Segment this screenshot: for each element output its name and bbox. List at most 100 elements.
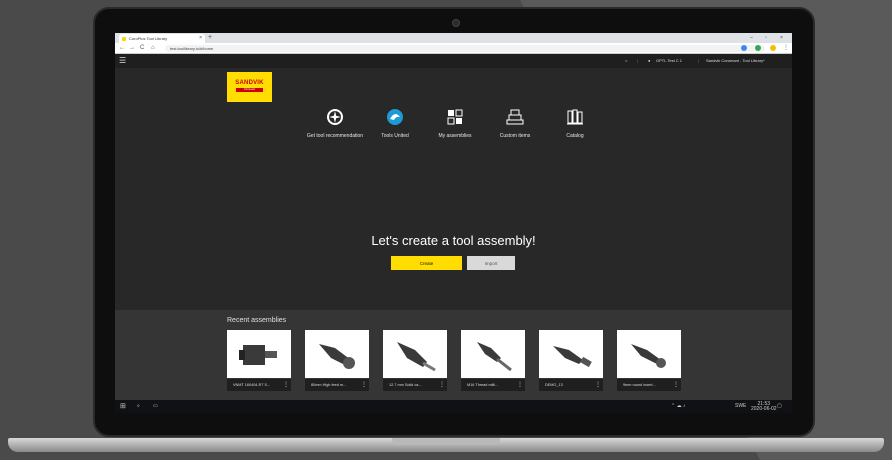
assemblies-icon [447, 109, 463, 125]
search-icon[interactable]: ⌕ [137, 400, 140, 413]
favicon-icon [122, 36, 126, 41]
assembly-name: DEMO_13 [545, 383, 563, 387]
assembly-card[interactable]: 9mm round insert... ⋮ [617, 330, 681, 392]
notifications-icon[interactable]: ▢ [777, 400, 782, 413]
nav-custom-items[interactable]: Custom items [485, 96, 545, 156]
nav-tools-united[interactable]: Tools United [365, 96, 425, 156]
assembly-thumbnail [227, 330, 291, 378]
sandvik-logo[interactable]: SANDVIK Coromant [227, 72, 272, 102]
forward-button[interactable]: → [129, 43, 135, 53]
language-indicator[interactable]: SWE [735, 400, 746, 413]
browser-menu-icon[interactable]: ⋮ [783, 43, 789, 53]
nav-my-assemblies[interactable]: My assemblies [425, 96, 485, 156]
header-divider: | [698, 58, 700, 63]
assembly-thumbnail [539, 330, 603, 378]
assembly-name: 80mm High feed m... [311, 383, 347, 387]
url-field[interactable]: test.toollibrary.io/#/home [165, 44, 765, 52]
minimize-button[interactable]: – [750, 33, 753, 43]
browser-tab[interactable]: CoroPlus Tool Library × [119, 34, 205, 43]
create-button[interactable]: Create [391, 256, 462, 270]
back-button[interactable]: ← [119, 43, 125, 53]
home-button[interactable]: ⌂ [151, 43, 155, 53]
assembly-label: DEMO_13 ⋮ [539, 379, 603, 391]
recent-assemblies: Recent assemblies VNMT 160404-R7 5... ⋮ … [115, 310, 792, 400]
nav-label: Get tool recommendation [306, 133, 364, 139]
recent-assemblies-title: Recent assemblies [227, 317, 287, 324]
assembly-card[interactable]: 80mm High feed m... ⋮ [305, 330, 369, 392]
more-options-icon[interactable]: ⋮ [283, 379, 289, 391]
user-icon[interactable]: ● [648, 54, 650, 68]
more-options-icon[interactable]: ⋮ [595, 379, 601, 391]
user-name[interactable]: OPTL Test C 1 [656, 54, 682, 68]
assembly-name: M16 Thread milli... [467, 383, 499, 387]
milling-cutter-icon [319, 344, 355, 369]
nav-label: Tools United [381, 133, 409, 139]
browser-tab-bar: CoroPlus Tool Library × + – ▫ × [115, 33, 792, 43]
assembly-thumbnail [617, 330, 681, 378]
profile-avatar[interactable] [770, 45, 776, 51]
assembly-label: 12.7 mm Solid ca... ⋮ [383, 379, 447, 391]
round-insert-icon [631, 344, 666, 368]
assembly-label: VNMT 160404-R7 5... ⋮ [227, 379, 291, 391]
assembly-name: 12.7 mm Solid ca... [389, 383, 422, 387]
reload-button[interactable]: C [140, 43, 144, 53]
extension-icon[interactable] [755, 45, 761, 51]
assembly-card[interactable]: DEMO_13 ⋮ [539, 330, 603, 392]
assembly-card[interactable]: VNMT 160404-R7 5... ⋮ [227, 330, 291, 392]
logo-sub: Coromant [236, 88, 263, 92]
main-content: SANDVIK Coromant Get tool recommendation… [115, 68, 792, 310]
company-name[interactable]: Sandvik Coromant - Tool Library* [706, 54, 765, 68]
assembly-thumbnail [305, 330, 369, 378]
nav-panel: Get tool recommendation Tools United My … [305, 96, 605, 160]
assembly-thumbnail [461, 330, 525, 378]
windows-taskbar: ⊞ ⌕ ▭ ⌃ ☁ ♪ SWE 21:53 2020-06-02 ▢ [115, 400, 792, 413]
url-text: test.toollibrary.io/#/home [170, 45, 214, 51]
screen: CoroPlus Tool Library × + – ▫ × ← → C ⌂ … [115, 33, 792, 413]
laptop-notch [392, 438, 500, 445]
assembly-label: 9mm round insert... ⋮ [617, 379, 681, 391]
system-tray-icons[interactable]: ⌃ ☁ ♪ [671, 400, 685, 413]
task-view-icon[interactable]: ▭ [153, 400, 158, 413]
app-header: ☰ ⌂ | ● OPTL Test C 1 | Sandvik Coromant… [115, 54, 792, 68]
demo-tool-icon [553, 346, 592, 368]
holder-icon [239, 345, 277, 365]
more-options-icon[interactable]: ⋮ [517, 379, 523, 391]
assembly-name: 9mm round insert... [623, 383, 656, 387]
solid-carbide-icon [397, 342, 436, 372]
webcam-icon [452, 19, 460, 27]
hero-title: Let's create a tool assembly! [371, 233, 536, 248]
assembly-card[interactable]: M16 Thread milli... ⋮ [461, 330, 525, 392]
close-window-button[interactable]: × [780, 33, 783, 43]
assembly-label: M16 Thread milli... ⋮ [461, 379, 525, 391]
clock-date: 2020-06-02 [751, 406, 777, 412]
new-tab-button[interactable]: + [208, 33, 212, 43]
maximize-button[interactable]: ▫ [765, 33, 767, 43]
tab-title: CoroPlus Tool Library [129, 36, 168, 41]
extension-icon[interactable] [741, 45, 747, 51]
clock[interactable]: 21:53 2020-06-02 [751, 402, 777, 412]
more-options-icon[interactable]: ⋮ [361, 379, 367, 391]
nav-catalog[interactable]: Catalog [545, 96, 605, 156]
thread-mill-icon [477, 342, 512, 372]
home-icon[interactable]: ⌂ [625, 54, 627, 68]
more-options-icon[interactable]: ⋮ [673, 379, 679, 391]
nav-label: Custom items [499, 133, 531, 139]
catalog-icon [567, 109, 583, 125]
compass-icon [327, 109, 343, 125]
hamburger-menu-icon[interactable]: ☰ [119, 56, 126, 66]
windows-start-icon[interactable]: ⊞ [120, 400, 126, 413]
custom-items-icon [506, 109, 524, 125]
nav-label: My assemblies [438, 133, 472, 139]
assembly-name: VNMT 160404-R7 5... [233, 383, 270, 387]
assembly-thumbnail [383, 330, 447, 378]
import-button[interactable]: Import [467, 256, 515, 270]
nav-get-tool-recommendation[interactable]: Get tool recommendation [305, 96, 365, 156]
logo-brand: SANDVIK [235, 80, 264, 86]
more-options-icon[interactable]: ⋮ [439, 379, 445, 391]
close-tab-icon[interactable]: × [199, 34, 202, 43]
assembly-label: 80mm High feed m... ⋮ [305, 379, 369, 391]
assembly-card[interactable]: 12.7 mm Solid ca... ⋮ [383, 330, 447, 392]
nav-label: Catalog [566, 133, 584, 139]
tools-united-icon [387, 109, 403, 125]
header-divider: | [637, 58, 639, 63]
